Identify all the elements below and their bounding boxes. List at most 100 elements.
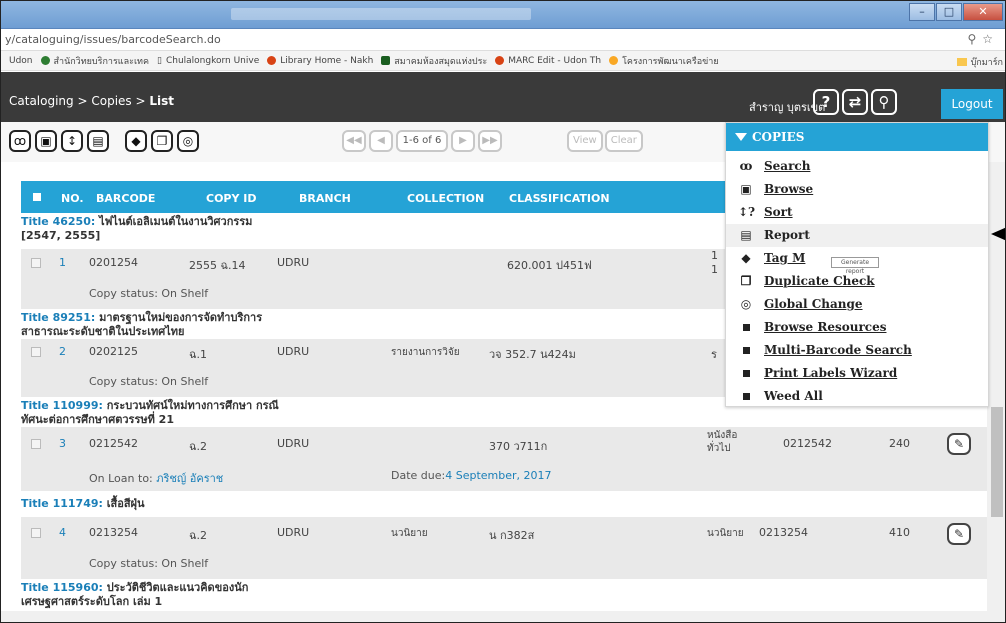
switch-icon[interactable]: ⇄ bbox=[842, 89, 868, 115]
title-id-link[interactable]: Title 46250: bbox=[21, 215, 95, 228]
view-button[interactable]: View bbox=[567, 130, 603, 152]
title-text-line2: ทัศนะต่อการศึกษาศตวรรษที่ 21 bbox=[21, 413, 174, 426]
column-barcode[interactable]: BARCODE bbox=[96, 192, 155, 205]
first-page-button[interactable]: ◀◀ bbox=[342, 130, 366, 152]
row-checkbox[interactable] bbox=[31, 258, 41, 268]
duplicate-icon[interactable]: ❐ bbox=[151, 130, 173, 152]
column-collection[interactable]: COLLECTION bbox=[407, 192, 484, 205]
table-row[interactable]: 4 0213254 ฉ.2 UDRU นวนิยาย น ก382ส นวนิย… bbox=[21, 517, 987, 579]
report-icon: ▤ bbox=[740, 228, 752, 242]
binoculars-icon[interactable]: ꝏ bbox=[9, 130, 31, 152]
row-number[interactable]: 3 bbox=[59, 437, 66, 450]
pencil-icon: ✎ bbox=[953, 437, 965, 451]
classification: วจ 352.7 น424ม bbox=[489, 348, 576, 361]
copy-status: Copy status: On Shelf bbox=[89, 287, 209, 300]
edit-button[interactable]: ✎ bbox=[947, 433, 971, 455]
copy-id: ฉ.1 bbox=[189, 348, 207, 361]
breadcrumb-current: List bbox=[149, 94, 175, 108]
minimize-button[interactable]: – bbox=[909, 3, 935, 21]
breadcrumb-copies[interactable]: Copies bbox=[91, 94, 131, 108]
row-checkbox[interactable] bbox=[31, 439, 41, 449]
close-button[interactable]: ✕ bbox=[963, 3, 1003, 21]
branch: UDRU bbox=[277, 437, 310, 450]
breadcrumb: Cataloging > Copies > List bbox=[9, 94, 175, 108]
bookmark-item[interactable]: MARC Edit - Udon Th bbox=[495, 56, 601, 66]
menu-item-global-change[interactable]: ◎ Global Change bbox=[726, 293, 988, 316]
column-no[interactable]: NO. bbox=[61, 192, 84, 205]
barcode-2: 0212542 bbox=[783, 437, 832, 450]
logout-button[interactable]: Logout bbox=[941, 89, 1003, 119]
address-bar-icons: ⚲☆ bbox=[967, 32, 999, 46]
bookmark-item[interactable]: Library Home - Nakh bbox=[267, 56, 373, 66]
breadcrumb-cataloging[interactable]: Cataloging bbox=[9, 94, 74, 108]
menu-item-print-labels-wizard[interactable]: Print Labels Wizard bbox=[726, 362, 988, 385]
bookmark-item[interactable]: โครงการพัฒนาเครือข่าย bbox=[609, 54, 719, 68]
url-text[interactable]: y/cataloguing/issues/barcodeSearch.do bbox=[5, 33, 221, 46]
menu-item-multi-barcode-search[interactable]: Multi-Barcode Search bbox=[726, 339, 988, 362]
title-text: ไฟไนต์เอลิเมนต์ในงานวิศวกรรม bbox=[99, 215, 253, 228]
globe-icon[interactable]: ◎ bbox=[177, 130, 199, 152]
table-row[interactable]: 3 0212542 ฉ.2 UDRU 370 ว711ก หนังสือทั่ว… bbox=[21, 427, 987, 491]
row-number[interactable]: 4 bbox=[59, 526, 66, 539]
other-bookmarks[interactable]: บุ๊กมาร์ก bbox=[956, 55, 1003, 69]
scrollbar-thumb[interactable] bbox=[991, 407, 1003, 517]
column-classification[interactable]: CLASSIFICATION bbox=[509, 192, 610, 205]
column-branch[interactable]: BRANCH bbox=[299, 192, 351, 205]
window-titlebar: – □ ✕ bbox=[1, 1, 1005, 29]
copy-id: ฉ.2 bbox=[189, 529, 207, 542]
branch: UDRU bbox=[277, 256, 310, 269]
maximize-button[interactable]: □ bbox=[936, 3, 962, 21]
next-page-button[interactable]: ▶ bbox=[451, 130, 475, 152]
bookmark-item[interactable]: ▯ Chulalongkorn Unive bbox=[157, 56, 259, 66]
horizontal-scrollbar[interactable] bbox=[1, 611, 987, 622]
star-icon[interactable]: ☆ bbox=[982, 32, 999, 46]
row-checkbox[interactable] bbox=[31, 347, 41, 357]
menu-heading[interactable]: COPIES bbox=[726, 123, 988, 151]
tag-icon[interactable]: ◆ bbox=[125, 130, 147, 152]
prev-page-button[interactable]: ◀ bbox=[369, 130, 393, 152]
menu-item-browse[interactable]: ▣ Browse bbox=[726, 178, 988, 201]
menu-item-sort[interactable]: ↕? Sort bbox=[726, 201, 988, 224]
help-icon[interactable]: ? bbox=[813, 89, 839, 115]
page-icon: ▯ bbox=[157, 55, 162, 66]
bookmark-item[interactable]: สมาคมห้องสมุดแห่งประ bbox=[381, 54, 487, 68]
title-row: Title 111749: เสื้อสีฝุ่น bbox=[21, 497, 987, 517]
copy-id: 2555 ฉ.14 bbox=[189, 259, 246, 272]
trailing-text: ร bbox=[711, 348, 717, 361]
sort-icon[interactable]: ↕ bbox=[61, 130, 83, 152]
menu-item-weed-all[interactable]: Weed All bbox=[726, 385, 988, 408]
window-title-blurred bbox=[231, 8, 531, 20]
row-number[interactable]: 1 bbox=[59, 256, 66, 269]
menu-item-browse-resources[interactable]: Browse Resources bbox=[726, 316, 988, 339]
pager: ◀◀ ◀ 1-6 of 6 ▶ ▶▶ bbox=[342, 130, 502, 152]
search-icon[interactable]: ⚲ bbox=[871, 89, 897, 115]
title-id-link[interactable]: Title 110999: bbox=[21, 399, 103, 412]
zoom-icon[interactable]: ⚲ bbox=[967, 32, 982, 46]
title-id-link[interactable]: Title 89251: bbox=[21, 311, 95, 324]
select-all-checkbox[interactable] bbox=[33, 193, 41, 201]
row-checkbox[interactable] bbox=[31, 528, 41, 538]
menu-item-report[interactable]: ▤ Report bbox=[726, 224, 988, 247]
row-number[interactable]: 2 bbox=[59, 345, 66, 358]
collection-type: นวนิยาย bbox=[707, 528, 744, 539]
column-copy-id[interactable]: COPY ID bbox=[206, 192, 257, 205]
address-bar[interactable]: y/cataloguing/issues/barcodeSearch.do ⚲☆ bbox=[1, 29, 1005, 51]
bookmark-item[interactable]: สำนักวิทยบริการและเทค bbox=[40, 54, 149, 68]
clear-button[interactable]: Clear bbox=[604, 130, 643, 152]
collection: นวนิยาย bbox=[391, 528, 428, 539]
browse-icon[interactable]: ▣ bbox=[35, 130, 57, 152]
last-page-button[interactable]: ▶▶ bbox=[478, 130, 502, 152]
square-icon bbox=[738, 316, 754, 339]
barcode: 0202125 bbox=[89, 345, 138, 358]
title-id-link[interactable]: Title 111749: bbox=[21, 497, 103, 510]
title-text-line2: เศรษฐศาสตร์ระดับโลก เล่ม 1 bbox=[21, 595, 163, 608]
bookmark-item[interactable]: Udon bbox=[9, 56, 33, 66]
edit-button[interactable]: ✎ bbox=[947, 523, 971, 545]
borrower-link[interactable]: ภริชญ์ อัคราช bbox=[156, 472, 223, 485]
title-id-link[interactable]: Title 115960: bbox=[21, 581, 103, 594]
menu-item-search[interactable]: ꝏ Search bbox=[726, 155, 988, 178]
title-text: เสื้อสีฝุ่น bbox=[106, 497, 145, 510]
report-icon[interactable]: ▤ bbox=[87, 130, 109, 152]
browser-window: – □ ✕ y/cataloguing/issues/barcodeSearch… bbox=[0, 0, 1006, 623]
square-icon bbox=[738, 385, 754, 408]
